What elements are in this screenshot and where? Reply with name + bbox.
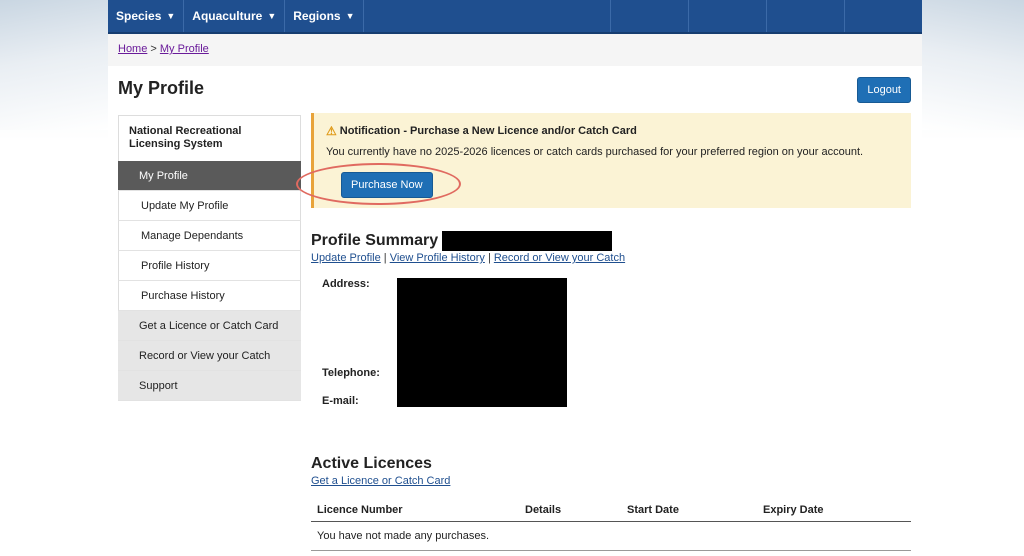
sidebar-item-support[interactable]: Support xyxy=(118,371,301,401)
sidebar-item-get-licence[interactable]: Get a Licence or Catch Card xyxy=(118,311,301,341)
profile-summary-title-text: Profile Summary - xyxy=(311,232,448,249)
notification-title-row: ⚠ Notification - Purchase a New Licence … xyxy=(326,124,899,138)
breadcrumb-separator: > xyxy=(150,43,160,55)
active-licences-section: Active Licences Get a Licence or Catch C… xyxy=(311,455,911,551)
notification-title: Notification - Purchase a New Licence an… xyxy=(339,125,637,137)
licences-table: Licence Number Details Start Date Expiry… xyxy=(311,499,911,551)
page-title: My Profile xyxy=(118,78,205,98)
sidebar-item-purchase-history[interactable]: Purchase History xyxy=(118,281,301,311)
nav-divider xyxy=(766,0,844,32)
record-catch-link[interactable]: Record or View your Catch xyxy=(494,252,625,264)
sidebar-heading: National Recreational Licensing System xyxy=(118,115,301,161)
title-row: My Profile Logout xyxy=(108,66,922,112)
sidebar-item-my-profile[interactable]: My Profile xyxy=(118,161,301,191)
view-profile-history-link[interactable]: View Profile History xyxy=(390,252,485,264)
chevron-down-icon: ▼ xyxy=(267,11,277,21)
nav-divider xyxy=(610,0,688,32)
active-licences-links: Get a Licence or Catch Card xyxy=(311,475,911,487)
warning-icon: ⚠ xyxy=(326,124,337,138)
table-row: You have not made any purchases. xyxy=(311,521,911,551)
address-label: Address: xyxy=(322,278,370,290)
sidebar-item-manage-dependants[interactable]: Manage Dependants xyxy=(118,221,301,251)
telephone-label: Telephone: xyxy=(322,367,380,379)
nav-regions-label: Regions xyxy=(293,9,341,23)
sidebar-item-profile-history[interactable]: Profile History xyxy=(118,251,301,281)
update-profile-link[interactable]: Update Profile xyxy=(311,252,381,264)
highlight-circle-annotation xyxy=(296,163,461,205)
empty-message: You have not made any purchases. xyxy=(311,521,911,551)
logout-button[interactable]: Logout xyxy=(857,77,911,103)
nav-divider xyxy=(688,0,766,32)
breadcrumb: Home > My Profile xyxy=(108,34,922,66)
nav-spacer xyxy=(364,0,923,32)
profile-links: Update Profile | View Profile History | … xyxy=(311,252,911,264)
top-navigation: Species ▼ Aquaculture ▼ Regions ▼ xyxy=(108,0,922,34)
background-right xyxy=(922,0,1024,130)
breadcrumb-current-link[interactable]: My Profile xyxy=(160,43,209,55)
nav-aquaculture-label: Aquaculture xyxy=(192,9,263,23)
sidebar-item-update-my-profile[interactable]: Update My Profile xyxy=(118,191,301,221)
active-licences-title: Active Licences xyxy=(311,455,432,472)
get-licence-link[interactable]: Get a Licence or Catch Card xyxy=(311,475,450,487)
column-licence-number: Licence Number xyxy=(311,499,519,522)
redacted-name xyxy=(442,231,612,251)
email-label: E-mail: xyxy=(322,395,359,407)
nav-species-label: Species xyxy=(116,9,162,23)
nav-aquaculture[interactable]: Aquaculture ▼ xyxy=(184,0,286,32)
column-expiry-date: Expiry Date xyxy=(757,499,911,522)
breadcrumb-home-link[interactable]: Home xyxy=(118,43,147,55)
sidebar-item-record-catch[interactable]: Record or View your Catch xyxy=(118,341,301,371)
sidebar: National Recreational Licensing System M… xyxy=(118,115,301,401)
redacted-contact-details xyxy=(397,278,567,407)
notification-body: You currently have no 2025-2026 licences… xyxy=(326,146,864,158)
nav-regions[interactable]: Regions ▼ xyxy=(285,0,364,32)
chevron-down-icon: ▼ xyxy=(166,11,176,21)
nav-divider xyxy=(844,0,922,32)
chevron-down-icon: ▼ xyxy=(345,11,355,21)
column-details: Details xyxy=(519,499,621,522)
nav-species[interactable]: Species ▼ xyxy=(108,0,185,32)
background-left xyxy=(0,0,108,130)
column-start-date: Start Date xyxy=(621,499,757,522)
table-header-row: Licence Number Details Start Date Expiry… xyxy=(311,499,911,522)
page-container: Species ▼ Aquaculture ▼ Regions ▼ Home >… xyxy=(108,0,922,556)
